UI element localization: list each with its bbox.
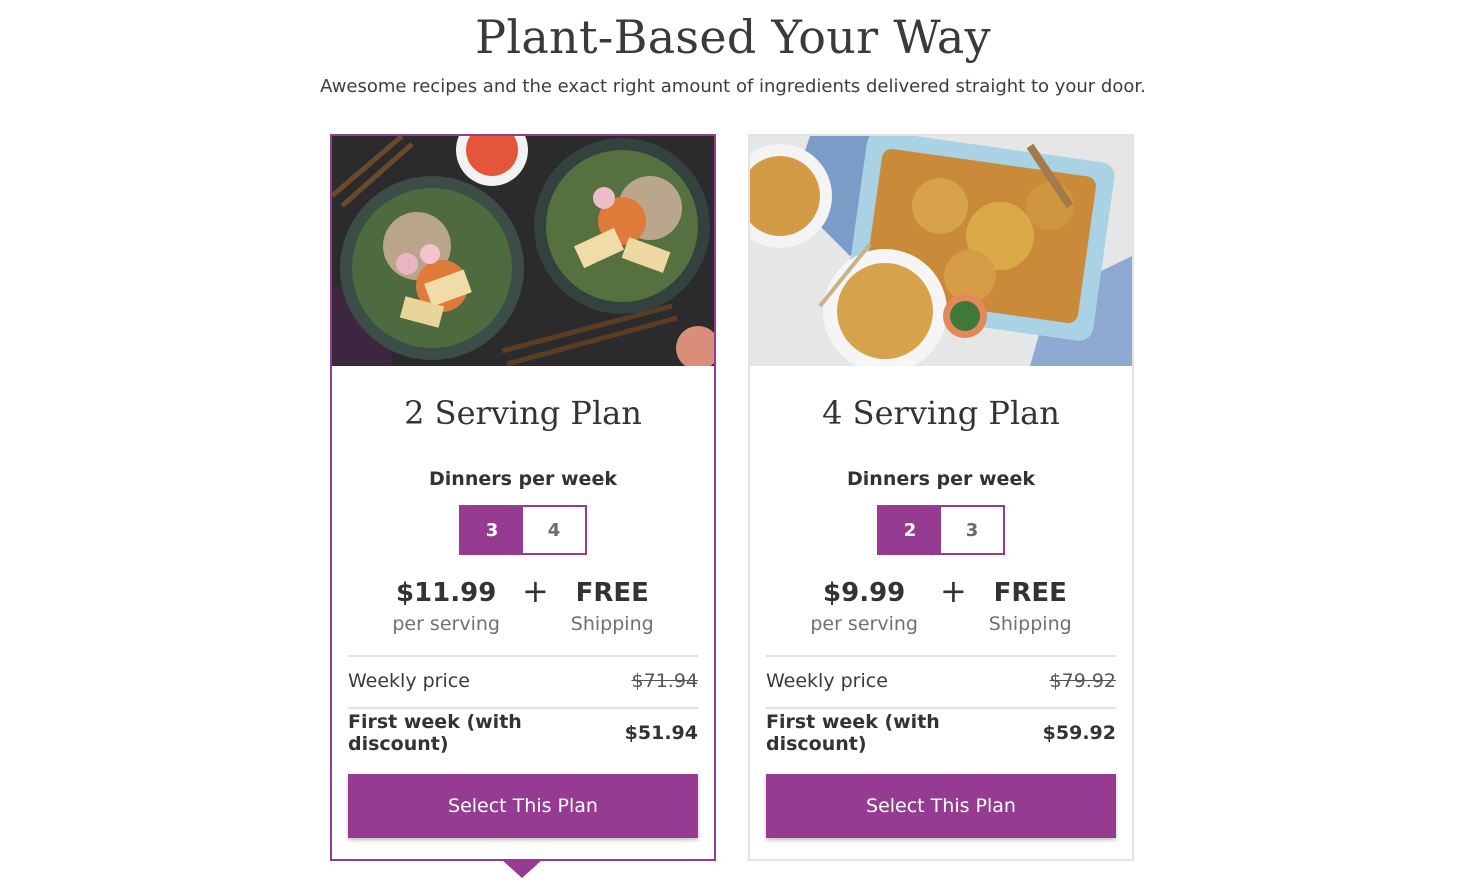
divider — [348, 655, 698, 657]
dinners-option-4[interactable]: 4 — [523, 507, 585, 553]
first-week-label: First week (with discount) — [766, 711, 940, 755]
first-week-row: First week (with discount) $59.92 — [766, 711, 1116, 755]
shipping-sub-label: Shipping — [570, 613, 654, 635]
price-sub-label: per serving — [392, 613, 500, 635]
dinners-option-2[interactable]: 2 — [879, 507, 941, 553]
page-subtitle: Awesome recipes and the exact right amou… — [320, 76, 1146, 97]
divider — [348, 707, 698, 709]
weekly-price-label: Weekly price — [348, 670, 470, 692]
weekly-price-row: Weekly price $79.92 — [766, 666, 1116, 696]
weekly-price-value: $71.94 — [631, 670, 698, 692]
plan-card-2-serving[interactable]: 2 Serving Plan Dinners per week 3 4 $11.… — [330, 134, 716, 861]
weekly-price-label: Weekly price — [766, 670, 888, 692]
shipping-value: FREE — [993, 578, 1067, 608]
first-week-price: $59.92 — [1042, 722, 1116, 744]
price-value: $11.99 — [395, 578, 497, 608]
weekly-price-row: Weekly price $71.94 — [348, 666, 698, 696]
plus-icon: + — [939, 572, 967, 610]
select-plan-button[interactable]: Select This Plan — [348, 774, 698, 838]
plan-card-4-serving[interactable]: 4 Serving Plan Dinners per week 2 3 $9.9… — [748, 134, 1134, 861]
shipping-info: FREE Shipping — [989, 576, 1072, 638]
dinners-per-week-label: Dinners per week — [847, 468, 1035, 490]
select-plan-button[interactable]: Select This Plan — [766, 774, 1116, 838]
dinners-toggle: 3 4 — [459, 505, 587, 555]
price-sub-label: per serving — [810, 613, 918, 635]
divider — [766, 707, 1116, 709]
first-week-label: First week (with discount) — [348, 711, 522, 755]
shipping-sub-label: Shipping — [988, 613, 1072, 635]
plan-title: 2 Serving Plan — [404, 394, 642, 432]
selected-plan-pointer-icon — [502, 860, 542, 878]
first-week-row: First week (with discount) $51.94 — [348, 711, 698, 755]
dinners-toggle: 2 3 — [877, 505, 1005, 555]
baked-mac-casserole-photo — [750, 136, 1132, 366]
first-week-price: $51.94 — [624, 722, 698, 744]
dinners-per-week-label: Dinners per week — [429, 468, 617, 490]
price-value: $9.99 — [823, 578, 906, 608]
page-title: Plant-Based Your Way — [475, 10, 991, 64]
dinners-option-3[interactable]: 3 — [461, 507, 523, 553]
plan-title: 4 Serving Plan — [822, 394, 1060, 432]
per-serving-price: $9.99 per serving — [810, 576, 918, 638]
dinners-option-3[interactable]: 3 — [941, 507, 1003, 553]
plus-icon: + — [521, 572, 549, 610]
tofu-rice-bowls-photo — [332, 136, 714, 366]
price-summary: $11.99 per serving + FREE Shipping — [332, 572, 714, 638]
per-serving-price: $11.99 per serving — [392, 576, 500, 638]
divider — [766, 655, 1116, 657]
weekly-price-value: $79.92 — [1049, 670, 1116, 692]
price-summary: $9.99 per serving + FREE Shipping — [750, 572, 1132, 638]
shipping-value: FREE — [575, 578, 649, 608]
shipping-info: FREE Shipping — [571, 576, 654, 638]
